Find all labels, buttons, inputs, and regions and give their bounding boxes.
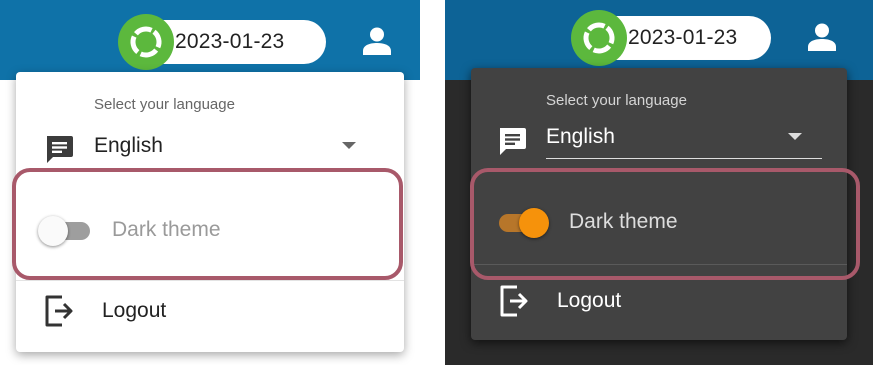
- toggle-thumb: [519, 208, 549, 238]
- settings-menu: Select your language English Dark theme: [471, 68, 847, 340]
- dark-theme-row[interactable]: Dark theme: [495, 208, 678, 238]
- date-text: 2023-01-23: [628, 26, 738, 49]
- logout-label: Logout: [557, 289, 622, 312]
- language-select[interactable]: English: [546, 120, 822, 159]
- chevron-down-icon: [342, 142, 356, 149]
- message-icon: [500, 128, 526, 155]
- language-select[interactable]: English: [94, 130, 366, 162]
- date-text: 2023-01-23: [175, 30, 285, 53]
- menu-divider: [471, 264, 847, 265]
- language-value: English: [546, 125, 615, 148]
- status-ring-icon: [571, 10, 627, 66]
- dark-theme-label: Dark theme: [569, 210, 678, 233]
- language-label: Select your language: [546, 92, 687, 109]
- chevron-down-icon: [788, 133, 802, 140]
- language-value: English: [94, 134, 163, 157]
- dark-theme-toggle[interactable]: [495, 208, 549, 238]
- account-icon[interactable]: [362, 27, 392, 55]
- dark-theme-row[interactable]: Dark theme: [38, 216, 221, 246]
- logout-item[interactable]: Logout: [44, 294, 166, 328]
- settings-menu: Select your language English Dark theme: [16, 72, 404, 352]
- app-header: 2023-01-23: [0, 0, 420, 80]
- toggle-thumb: [38, 216, 68, 246]
- logout-icon: [500, 285, 528, 317]
- dark-theme-panel: 2023-01-23 Select your language English …: [445, 0, 873, 365]
- logout-item[interactable]: Logout: [499, 284, 621, 318]
- logout-icon: [45, 295, 73, 327]
- dark-theme-label: Dark theme: [112, 218, 221, 241]
- menu-divider: [16, 280, 404, 281]
- logout-label: Logout: [102, 299, 167, 322]
- date-chip[interactable]: 2023-01-23: [118, 14, 326, 70]
- dark-theme-toggle[interactable]: [38, 216, 92, 246]
- status-ring-icon: [118, 14, 174, 70]
- message-icon: [47, 136, 73, 163]
- language-label: Select your language: [94, 96, 235, 113]
- account-icon[interactable]: [807, 23, 837, 51]
- date-chip[interactable]: 2023-01-23: [571, 10, 771, 66]
- light-theme-panel: 2023-01-23 Select your language English …: [0, 0, 420, 365]
- language-underline: [546, 158, 822, 159]
